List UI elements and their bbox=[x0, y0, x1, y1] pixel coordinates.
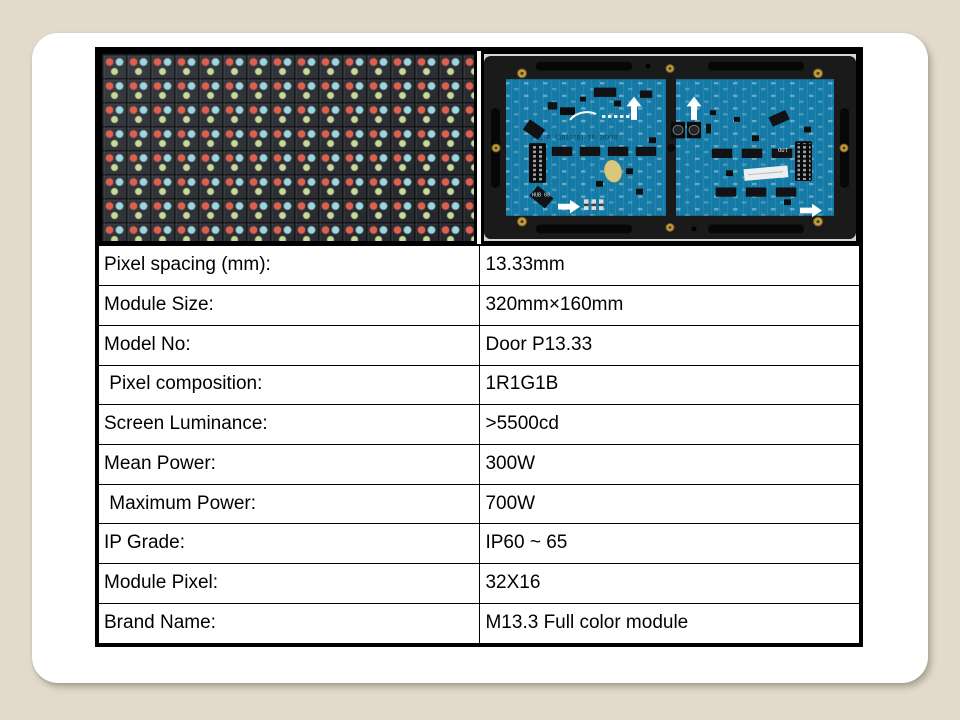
hub-label: HUB 08 bbox=[532, 192, 550, 198]
pcb-board-text: HLL-P (1R1G1B)-56-20X10 bbox=[532, 134, 618, 141]
table-row: Brand Name: M13.3 Full color module bbox=[99, 603, 859, 643]
spec-value: M13.3 Full color module bbox=[480, 603, 859, 643]
spec-label: Model No: bbox=[99, 325, 480, 365]
table-row: Maximum Power: 700W bbox=[99, 484, 859, 524]
spec-value: Door P13.33 bbox=[480, 325, 859, 365]
out-label: OUT bbox=[778, 148, 789, 154]
resistor-array bbox=[584, 199, 604, 210]
spec-value: 320mm×160mm bbox=[480, 286, 859, 326]
table-row: Mean Power: 300W bbox=[99, 444, 859, 484]
spec-rows-table: Pixel spacing (mm): 13.33mm Module Size:… bbox=[99, 246, 859, 643]
table-row: Module Pixel: 32X16 bbox=[99, 564, 859, 604]
spec-value: 32X16 bbox=[480, 564, 859, 604]
table-row: IP Grade: IP60 ~ 65 bbox=[99, 524, 859, 564]
led-module-back-photo: HLL-P (1R1G1B)-56-20X10 HUB 08 bbox=[481, 51, 859, 244]
spec-label: Screen Luminance: bbox=[99, 405, 480, 445]
photos-row: HLL-P (1R1G1B)-56-20X10 HUB 08 bbox=[99, 51, 859, 246]
table-row: Screen Luminance: >5500cd bbox=[99, 405, 859, 445]
spec-label: Pixel spacing (mm): bbox=[99, 246, 480, 286]
spec-value: IP60 ~ 65 bbox=[480, 524, 859, 564]
table-row: Module Size: 320mm×160mm bbox=[99, 286, 859, 326]
spec-label: Pixel composition: bbox=[99, 365, 480, 405]
spec-label: Brand Name: bbox=[99, 603, 480, 643]
spec-value: >5500cd bbox=[480, 405, 859, 445]
spec-label: Module Size: bbox=[99, 286, 480, 326]
led-module-front-photo bbox=[99, 51, 477, 244]
spec-label: IP Grade: bbox=[99, 524, 480, 564]
table-row: Model No: Door P13.33 bbox=[99, 325, 859, 365]
spec-value: 700W bbox=[480, 484, 859, 524]
spec-label: Module Pixel: bbox=[99, 564, 480, 604]
slide-background: HLL-P (1R1G1B)-56-20X10 HUB 08 bbox=[0, 0, 960, 720]
spec-label: Maximum Power: bbox=[99, 484, 480, 524]
spec-label: Mean Power: bbox=[99, 444, 480, 484]
content-panel: HLL-P (1R1G1B)-56-20X10 HUB 08 bbox=[32, 33, 928, 683]
spec-value: 300W bbox=[480, 444, 859, 484]
spec-value: 13.33mm bbox=[480, 246, 859, 286]
spec-table: HLL-P (1R1G1B)-56-20X10 HUB 08 bbox=[95, 47, 863, 647]
led-pixel-grid bbox=[102, 54, 474, 241]
table-row: Pixel composition: 1R1G1B bbox=[99, 365, 859, 405]
table-row: Pixel spacing (mm): 13.33mm bbox=[99, 246, 859, 286]
spec-value: 1R1G1B bbox=[480, 365, 859, 405]
pcb-back-illustration: HLL-P (1R1G1B)-56-20X10 HUB 08 bbox=[484, 54, 856, 241]
